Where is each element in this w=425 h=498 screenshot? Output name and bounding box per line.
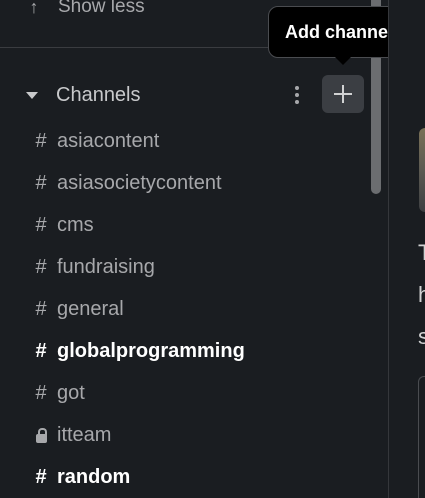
message-attachment-frame[interactable] (418, 376, 425, 498)
sidebar-item-general[interactable]: # general (0, 288, 372, 330)
message-text-fragment: s (418, 326, 425, 348)
message-thumbnail[interactable] (419, 128, 425, 212)
sidebar-item-cms[interactable]: # cms (0, 204, 372, 246)
sidebar-item-random[interactable]: # random (0, 456, 372, 498)
channel-name: asiasocietycontent (57, 171, 222, 194)
show-less-button[interactable]: ↑ Show less (24, 0, 145, 20)
more-vertical-icon-dot (295, 93, 299, 97)
more-vertical-icon (295, 86, 299, 90)
channel-name: globalprogramming (57, 339, 245, 362)
sidebar-item-fundraising[interactable]: # fundraising (0, 246, 372, 288)
hash-icon: # (35, 255, 47, 278)
channels-section-title[interactable]: Channels (56, 84, 141, 107)
channel-name: random (57, 465, 131, 488)
channel-name: asiacontent (57, 129, 160, 152)
lock-icon (33, 427, 49, 443)
tooltip-arrow (335, 57, 351, 65)
message-text-fragment: h (418, 284, 425, 306)
plus-icon (334, 85, 352, 103)
hash-icon: # (35, 339, 47, 362)
hash-icon: # (35, 465, 47, 488)
channel-list: # asiacontent # asiasocietycontent # cms # fund… (0, 120, 372, 498)
sidebar-item-asiasocietycontent[interactable]: # asiasocietycontent (0, 162, 372, 204)
sidebar-item-got[interactable]: # got (0, 372, 372, 414)
hash-icon: # (35, 297, 47, 320)
lock-icon-shape (35, 427, 47, 443)
sidebar: ↑ Show less Channels # asiacontent # asiaso… (0, 0, 420, 498)
caret-down-icon[interactable] (26, 91, 38, 99)
hash-icon: # (35, 213, 47, 236)
section-options-button[interactable] (288, 78, 306, 112)
show-less-label: Show less (58, 0, 145, 17)
channel-name: general (57, 297, 124, 320)
channels-section-header[interactable]: Channels (20, 75, 370, 113)
add-channels-button[interactable] (322, 75, 364, 113)
message-text-fragment: T (418, 242, 425, 264)
arrow-up-icon: ↑ (29, 0, 39, 17)
slack-window: ↑ Show less Channels # asiacontent # asiaso… (0, 0, 425, 498)
sidebar-item-itteam[interactable]: itteam (0, 414, 372, 456)
more-vertical-icon-dot (295, 100, 299, 104)
sidebar-item-asiacontent[interactable]: # asiacontent (0, 120, 372, 162)
channel-name: fundraising (57, 255, 155, 278)
channel-name: itteam (57, 423, 112, 446)
main-pane-edge: T h s (388, 0, 425, 498)
channel-name: got (57, 381, 85, 404)
hash-icon: # (35, 171, 47, 194)
channel-name: cms (57, 213, 94, 236)
sidebar-item-globalprogramming[interactable]: # globalprogramming (0, 330, 372, 372)
hash-icon: # (35, 129, 47, 152)
hash-icon: # (35, 381, 47, 404)
